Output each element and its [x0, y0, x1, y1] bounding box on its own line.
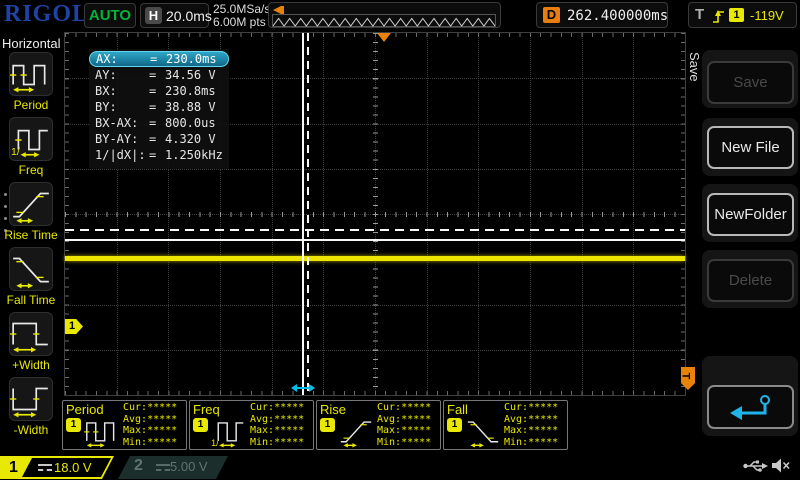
menu-scroll-dot: [4, 217, 7, 220]
ch1-badge[interactable]: 1 18.0 V: [0, 456, 114, 479]
run-status-badge: AUTO: [84, 3, 136, 28]
ch1-level-marker[interactable]: 1: [65, 319, 83, 334]
cursor-row-bx-ax: BX-AX:=800.0us: [89, 115, 229, 131]
menu-label-pos-width: +Width: [0, 358, 62, 372]
rise-wave-icon: [337, 414, 375, 448]
timebase-value: 20.0ms: [166, 8, 212, 24]
delay-indicator: D 262.400000ms: [536, 2, 668, 28]
rise-time-icon: [9, 182, 53, 226]
graticule: 1 T AX:=230.0ms AY:=34.56 V BX:=230.8ms …: [64, 32, 686, 396]
waveform-preview: [268, 2, 501, 28]
cursor-row-ax: AX:=230.0ms: [89, 51, 229, 67]
center-vertical-axis: [373, 33, 378, 395]
trigger-indicator: T 1 -119V: [688, 2, 797, 28]
ch1-trace: [65, 256, 685, 261]
speaker-muted-icon: [770, 457, 792, 474]
menu-label-period: Period: [0, 98, 62, 112]
channel-badge: 1: [320, 418, 335, 432]
new-folder-button[interactable]: NewFolder: [707, 193, 794, 236]
new-file-button[interactable]: New File: [707, 126, 794, 169]
cursor-row-ay: AY:=34.56 V: [89, 67, 229, 83]
dc-coupling-icon: [156, 464, 170, 471]
cursor-row-by-ay: BY-AY:=4.320 V: [89, 131, 229, 147]
measure-stats: Cur:*****Avg:*****Max:*****Min:*****: [123, 402, 177, 448]
dc-coupling-icon: [38, 464, 52, 471]
measure-stats: Cur:*****Avg:*****Max:*****Min:*****: [504, 402, 558, 448]
trigger-source-badge: 1: [729, 8, 744, 22]
freq-wave-icon: 1/: [210, 414, 248, 448]
channel-badge: 1: [66, 418, 81, 432]
svg-text:1/: 1/: [11, 146, 20, 158]
preview-position-icon: [273, 6, 285, 14]
cursor-bx-line[interactable]: [307, 33, 309, 395]
cursor-drag-icon[interactable]: [291, 383, 315, 393]
usb-icon: [742, 459, 768, 473]
trigger-slope-icon: [711, 7, 726, 25]
pos-width-icon: [9, 312, 53, 356]
measure-panel-fall: Fall 1 Cur:*****Avg:*****Max:*****Min:**…: [443, 400, 568, 450]
channel-badge: 1: [447, 418, 462, 432]
sample-rate: 25.0MSa/s: [213, 2, 270, 16]
menu-label-rise-time: Rise Time: [0, 228, 62, 242]
channel-badge: 1: [193, 418, 208, 432]
svg-text:1/: 1/: [211, 438, 219, 448]
menu-label-fall-time: Fall Time: [0, 293, 62, 307]
ch2-badge[interactable]: 2 5.00 V: [118, 456, 228, 479]
measure-panel-period: Period 1 Cur:*****Avg:*****Max:*****Min:…: [62, 400, 187, 450]
preview-wave: [272, 14, 496, 27]
ch1-number: 1: [2, 458, 34, 477]
period-wave-icon: [83, 414, 121, 448]
rigol-logo: RIGOL: [4, 1, 89, 28]
back-button[interactable]: [707, 385, 794, 429]
ch1-badge-body: 1 18.0 V: [2, 458, 111, 477]
neg-width-icon: [9, 377, 53, 421]
delay-value: 262.400000ms: [567, 8, 668, 24]
ch1-scale: 18.0 V: [54, 460, 92, 475]
cursor-ay-line[interactable]: [65, 239, 685, 241]
delete-button[interactable]: Delete: [707, 259, 794, 302]
measure-stats: Cur:*****Avg:*****Max:*****Min:*****: [250, 402, 304, 448]
menu-scroll-dot: [4, 205, 7, 208]
freq-icon: 1/: [9, 117, 53, 161]
period-icon: [9, 52, 53, 96]
ch2-scale: 5.00 V: [170, 459, 208, 474]
timebase-indicator: H 20.0ms: [140, 3, 209, 28]
oscilloscope-screen: RIGOL AUTO H 20.0ms 25.0MSa/s 6.00M pts …: [0, 0, 800, 480]
left-menu-title: Horizontal: [2, 36, 61, 51]
menu-label-neg-width: -Width: [0, 423, 62, 437]
cursor-row-bx: BX:=230.8ms: [89, 83, 229, 99]
trigger-position-icon[interactable]: [377, 33, 391, 42]
measure-panel-rise: Rise 1 Cur:*****Avg:*****Max:*****Min:**…: [316, 400, 441, 450]
measure-panel-freq: Freq 1 1/ Cur:*****Avg:*****Max:*****Min…: [189, 400, 314, 450]
delay-d-icon: D: [543, 7, 560, 23]
right-menu-tab: Save: [687, 52, 702, 82]
trigger-t-label: T: [695, 6, 704, 23]
trigger-level: -119V: [750, 8, 784, 23]
cursor-by-line[interactable]: [65, 229, 685, 231]
memory-depth: 6.00M pts: [213, 15, 266, 29]
cursor-row-by: BY:=38.88 V: [89, 99, 229, 115]
horizontal-h-icon: H: [145, 7, 162, 24]
fall-time-icon: [9, 247, 53, 291]
cursor-readout-panel: AX:=230.0ms AY:=34.56 V BX:=230.8ms BY:=…: [89, 49, 229, 169]
cursor-row-inv-dx: 1/|dX|:=1.250kHz: [89, 147, 229, 163]
menu-label-freq: Freq: [0, 163, 62, 177]
save-button[interactable]: Save: [707, 61, 794, 104]
cursor-ax-line[interactable]: [302, 33, 304, 395]
return-arrow-icon: [725, 393, 777, 421]
ch2-number: 2: [134, 457, 143, 475]
menu-scroll-dot: [4, 193, 7, 196]
fall-wave-icon: [464, 414, 502, 448]
measure-stats: Cur:*****Avg:*****Max:*****Min:*****: [377, 402, 431, 448]
